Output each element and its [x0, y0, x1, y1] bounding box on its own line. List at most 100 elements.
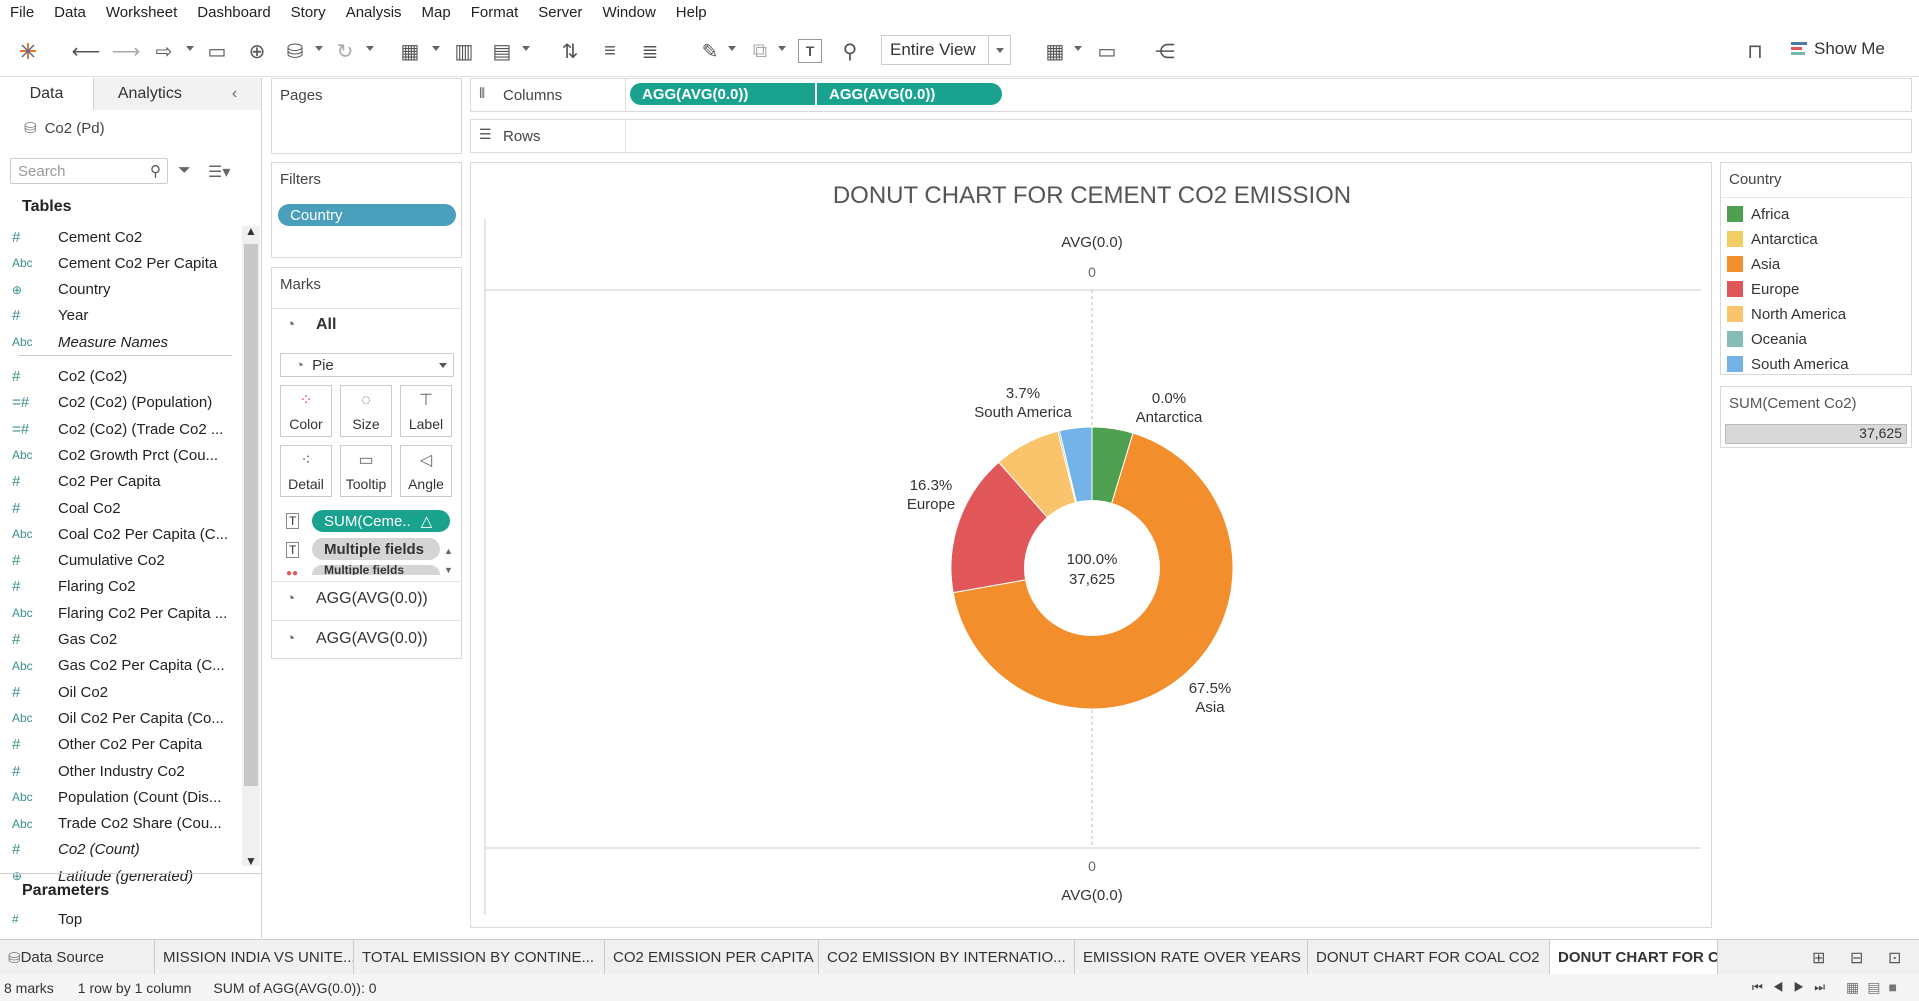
datasource-icon[interactable]: ⛁	[283, 39, 307, 63]
tab-data-source[interactable]: ⛁ Data Source	[0, 940, 155, 975]
show-me-button[interactable]: Show Me	[1790, 39, 1885, 59]
field-item[interactable]: Abc Gas Co2 Per Capita (C...	[0, 653, 240, 679]
sheet-tab[interactable]: CO2 EMISSION BY INTERNATIO...	[819, 940, 1075, 975]
detail-button[interactable]: ⁖ Detail	[280, 445, 332, 497]
tab-data[interactable]: Data	[0, 78, 94, 110]
sheet-tab[interactable]: EMISSION RATE OVER YEARS	[1075, 940, 1308, 975]
legend-item-north-america[interactable]: North America	[1727, 304, 1846, 324]
field-item[interactable]: Abc Coal Co2 Per Capita (C...	[0, 521, 240, 547]
legend-item-africa[interactable]: Africa	[1727, 204, 1789, 224]
field-item[interactable]: # Co2 (Count)	[0, 837, 240, 863]
field-item[interactable]: Abc Cement Co2 Per Capita	[0, 250, 240, 276]
cement-filter-slider[interactable]: 37,625	[1725, 424, 1907, 444]
field-item[interactable]: # Cumulative Co2	[0, 548, 240, 574]
rows-shelf[interactable]: ☰ Rows	[470, 119, 1912, 153]
new-datasource-icon[interactable]: ⊕	[245, 39, 269, 63]
scroll-up-icon[interactable]: ▲	[245, 224, 257, 238]
mark-pill-multiple-fields[interactable]: Multiple fields	[312, 538, 440, 560]
field-item[interactable]: # Oil Co2	[0, 679, 240, 705]
sheet-tab[interactable]: DONUT CHART FOR CEMENT ...	[1550, 940, 1718, 975]
menu-window[interactable]: Window	[592, 4, 665, 21]
field-item[interactable]: ⊕ Country	[0, 277, 240, 303]
field-item[interactable]: Abc Population (Count (Dis...	[0, 784, 240, 810]
cards-icon[interactable]: ▦	[1043, 39, 1067, 63]
swap-icon[interactable]: ⇅	[558, 39, 582, 63]
datasource-item[interactable]: ⛁ Co2 (Pd)	[0, 110, 261, 146]
column-pill-1[interactable]: AGG(AVG(0.0))	[630, 83, 815, 105]
field-item[interactable]: # Other Industry Co2	[0, 758, 240, 784]
menu-format[interactable]: Format	[461, 4, 529, 21]
size-button[interactable]: ◌ Size	[340, 385, 392, 437]
refresh-icon[interactable]: ↻	[333, 39, 357, 63]
marks-all-label[interactable]: All	[316, 316, 336, 334]
field-item[interactable]: =# Co2 (Co2) (Trade Co2 ...	[0, 416, 240, 442]
pin-icon[interactable]: ⚲	[838, 39, 862, 63]
sheet-tab[interactable]: MISSION INDIA VS UNITE...	[155, 940, 354, 975]
menu-dashboard[interactable]: Dashboard	[187, 4, 280, 21]
scroll-up-icon[interactable]: ▲	[444, 546, 453, 556]
mark-pill-sum-cement[interactable]: SUM(Ceme.. △	[312, 510, 450, 532]
legend-item-oceania[interactable]: Oceania	[1727, 329, 1807, 349]
label-button[interactable]: ⊤ Label	[400, 385, 452, 437]
share-icon[interactable]: ⋲	[1153, 39, 1177, 63]
field-item[interactable]: Abc Co2 Growth Prct (Cou...	[0, 442, 240, 468]
field-item[interactable]: Abc Flaring Co2 Per Capita ...	[0, 600, 240, 626]
sheet-tab[interactable]: TOTAL EMISSION BY CONTINE...	[354, 940, 605, 975]
new-worksheet-icon[interactable]: ⊞	[1812, 948, 1825, 968]
menu-story[interactable]: Story	[281, 4, 336, 21]
new-worksheet-icon[interactable]: ▦	[398, 39, 422, 63]
marks-agg-row-2[interactable]: AGG(AVG(0.0))	[316, 630, 428, 648]
presentation-icon[interactable]: ▭	[1095, 39, 1119, 63]
legend-item-asia[interactable]: Asia	[1727, 254, 1780, 274]
field-item[interactable]: =# Co2 (Co2) (Population)	[0, 390, 240, 416]
color-button[interactable]: ⁘ Color	[280, 385, 332, 437]
angle-button[interactable]: ◁ Angle	[400, 445, 452, 497]
field-item[interactable]: # Flaring Co2	[0, 574, 240, 600]
view-options-icon[interactable]: ☰▾	[208, 162, 230, 182]
highlight-icon[interactable]: ✎	[698, 39, 722, 63]
legend-item-antarctica[interactable]: Antarctica	[1727, 229, 1818, 249]
new-story-icon[interactable]: ⊡	[1888, 948, 1901, 968]
field-item[interactable]: Abc Oil Co2 Per Capita (Co...	[0, 705, 240, 731]
save-icon[interactable]: ▭	[205, 39, 229, 63]
field-item[interactable]: # Other Co2 Per Capita	[0, 732, 240, 758]
paint-format-icon[interactable]: ⊓	[1743, 39, 1767, 63]
fit-view-select[interactable]: Entire View	[881, 35, 1011, 65]
filters-shelf[interactable]: Filters Country	[271, 162, 462, 258]
field-item[interactable]: # Gas Co2	[0, 627, 240, 653]
tableau-logo-icon[interactable]	[16, 39, 40, 63]
menu-worksheet[interactable]: Worksheet	[96, 4, 187, 21]
chart-view[interactable]: DONUT CHART FOR CEMENT CO2 EMISSION AVG(…	[470, 162, 1712, 928]
tab-analytics[interactable]: Analytics ‹	[94, 78, 261, 110]
menu-analysis[interactable]: Analysis	[336, 4, 412, 21]
field-scroll-thumb[interactable]	[244, 244, 258, 786]
field-item[interactable]: # Coal Co2	[0, 495, 240, 521]
menu-file[interactable]: File	[0, 4, 44, 21]
sort-asc-icon[interactable]: ≡	[598, 39, 622, 63]
duplicate-sheet-icon[interactable]: ▥	[452, 39, 476, 63]
redo-icon[interactable]: ⟶	[112, 39, 141, 63]
field-item[interactable]: # Year	[0, 303, 240, 329]
replace-data-icon[interactable]: ⇨	[152, 39, 176, 63]
menu-map[interactable]: Map	[412, 4, 461, 21]
mark-pill-multiple-fields-2[interactable]: Multiple fields	[312, 565, 440, 575]
field-item[interactable]: Abc Trade Co2 Share (Cou...	[0, 811, 240, 837]
sheet-nav-icon[interactable]: ⏮◀▶⏭	[1752, 980, 1835, 995]
show-labels-icon[interactable]: T	[798, 39, 822, 63]
scroll-down-icon[interactable]: ▼	[245, 854, 257, 868]
search-input[interactable]: Search ⚲	[10, 158, 168, 184]
menu-data[interactable]: Data	[44, 4, 96, 21]
undo-icon[interactable]: ⟵	[72, 39, 101, 63]
legend-item-europe[interactable]: Europe	[1727, 279, 1799, 299]
tooltip-button[interactable]: ▭ Tooltip	[340, 445, 392, 497]
new-dashboard-icon[interactable]: ⊟	[1850, 948, 1863, 968]
columns-shelf[interactable]: ⦀ Columns AGG(AVG(0.0)) AGG(AVG(0.0))	[470, 78, 1912, 112]
pages-shelf[interactable]: Pages	[271, 78, 462, 154]
mark-type-select[interactable]: ◔ Pie	[280, 353, 454, 377]
column-pill-2[interactable]: AGG(AVG(0.0))	[817, 83, 1002, 105]
sheet-tab[interactable]: DONUT CHART FOR COAL CO2	[1308, 940, 1550, 975]
field-item[interactable]: # Co2 Per Capita	[0, 469, 240, 495]
field-item[interactable]: Abc Measure Names	[0, 329, 240, 355]
field-item[interactable]: # Co2 (Co2)	[0, 364, 240, 390]
sheet-tab[interactable]: CO2 EMISSION PER CAPITA	[605, 940, 819, 975]
